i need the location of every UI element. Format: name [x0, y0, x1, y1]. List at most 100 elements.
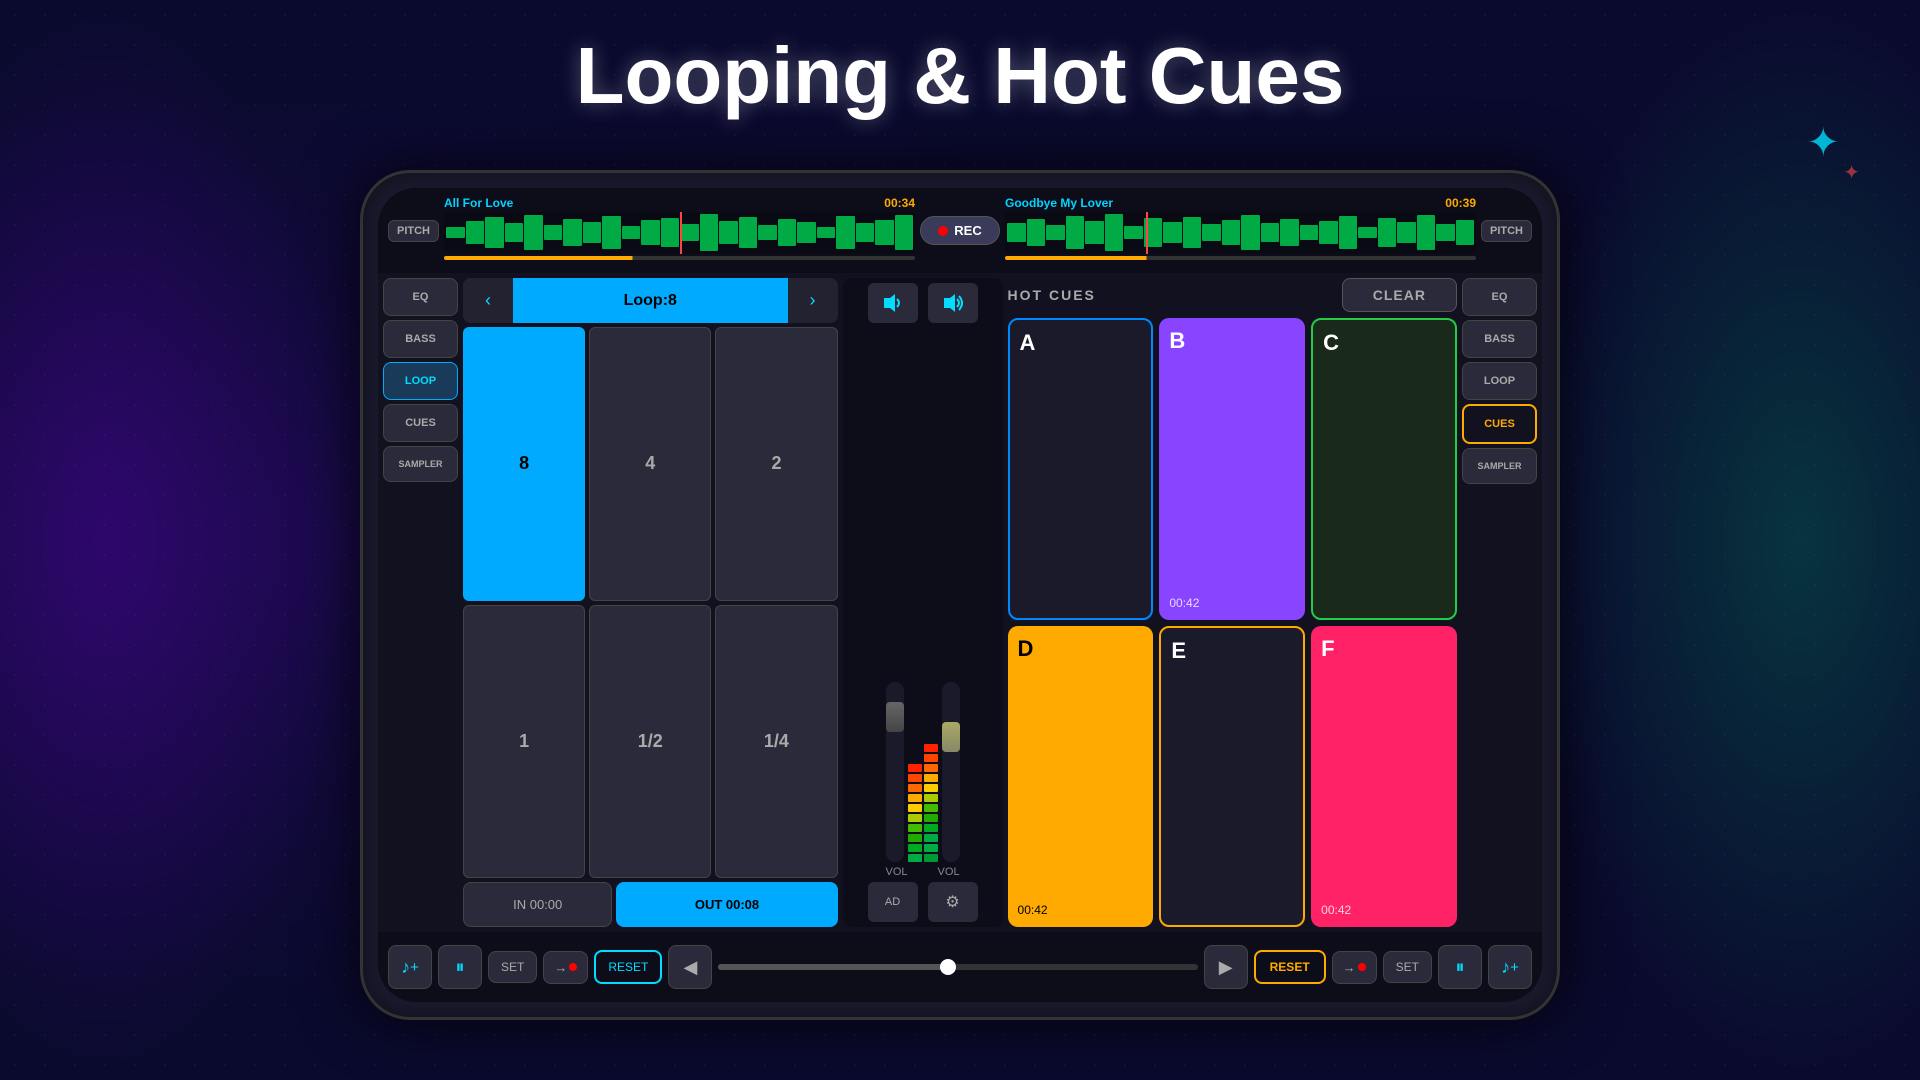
left-arrow: →: [554, 960, 567, 975]
loop-cell-half[interactable]: 1/2: [589, 605, 711, 879]
faders-container: [886, 327, 960, 862]
cue-a-letter: A: [1020, 330, 1142, 356]
vol-labels: VOL VOL: [886, 866, 960, 878]
cue-pad-c[interactable]: C: [1311, 318, 1457, 620]
cue-pad-d[interactable]: D 00:42: [1008, 626, 1154, 928]
right-reset-button[interactable]: RESET: [1254, 950, 1326, 984]
left-eq-button[interactable]: EQ: [383, 278, 458, 316]
right-cues-button[interactable]: CUES: [1462, 404, 1537, 444]
loop-cell-2[interactable]: 2: [715, 327, 837, 601]
corner-decoration2: ✦: [1843, 160, 1860, 185]
left-music-button[interactable]: ♪+: [388, 945, 432, 989]
left-play-prev-button[interactable]: ◀: [668, 945, 712, 989]
right-red-dot: [1358, 963, 1366, 971]
eq-col-1: [908, 764, 922, 862]
loop-cell-8[interactable]: 8: [463, 327, 585, 601]
left-track-name: All For Love: [444, 196, 513, 210]
right-waveform-bars: [1005, 212, 1476, 254]
loop-next-button[interactable]: ›: [788, 278, 838, 323]
loop-cell-quarter[interactable]: 1/4: [715, 605, 837, 879]
left-cues-button[interactable]: CUES: [383, 404, 458, 442]
loop-cell-4[interactable]: 4: [589, 327, 711, 601]
volume-icons: [868, 283, 978, 323]
loop-header: ‹ Loop:8 ›: [463, 278, 838, 323]
cue-grid: A B 00:42 C D 0: [1008, 318, 1457, 927]
right-fader-group: [942, 682, 960, 862]
left-fader-group: [886, 682, 904, 862]
left-waveform: All For Love 00:34: [444, 196, 915, 266]
right-eq-button[interactable]: EQ: [1462, 278, 1537, 316]
eq-bars: [908, 662, 938, 862]
vol-right-icon[interactable]: [928, 283, 978, 323]
loop-in-button[interactable]: IN 00:00: [463, 882, 612, 927]
right-pause-button[interactable]: ⏸: [1438, 945, 1482, 989]
loop-out-button[interactable]: OUT 00:08: [616, 882, 837, 927]
phone-inner: PITCH All For Love 00:34: [378, 188, 1542, 1002]
right-music-button[interactable]: ♪+: [1488, 945, 1532, 989]
progress-thumb: [940, 959, 956, 975]
transport-bar: ♪+ ⏸ SET → RESET ◀ ▶ RESET → SET: [378, 932, 1542, 1002]
right-set-button[interactable]: SET: [1383, 951, 1432, 983]
cue-e-letter: E: [1171, 638, 1293, 664]
right-playhead: [1146, 212, 1148, 254]
left-track-info: All For Love 00:34: [444, 196, 915, 210]
loop-in-out: IN 00:00 OUT 00:08: [463, 882, 838, 927]
right-sidebar: EQ BASS LOOP CUES SAMPLER: [1462, 278, 1537, 927]
rec-label: REC: [954, 223, 981, 238]
cue-pad-f[interactable]: F 00:42: [1311, 626, 1457, 928]
cue-b-time: 00:42: [1169, 596, 1295, 610]
right-arrow-dot-button[interactable]: →: [1332, 951, 1377, 984]
bg-right-figure: [1520, 0, 1920, 1080]
left-loop-button[interactable]: LOOP: [383, 362, 458, 400]
left-arrow-dot-button[interactable]: →: [543, 951, 588, 984]
rec-dot: [938, 226, 948, 236]
right-loop-button[interactable]: LOOP: [1462, 362, 1537, 400]
left-fader-thumb: [886, 702, 904, 732]
left-sampler-button[interactable]: SAMPLER: [383, 446, 458, 482]
left-playhead: [680, 212, 682, 254]
loop-display[interactable]: Loop:8: [513, 278, 788, 323]
clear-button[interactable]: CLEAR: [1342, 278, 1457, 312]
right-play-next-button[interactable]: ▶: [1204, 945, 1248, 989]
left-reset-button[interactable]: RESET: [594, 950, 662, 984]
loop-prev-button[interactable]: ‹: [463, 278, 513, 323]
ad-button[interactable]: AD: [868, 882, 918, 922]
cue-f-letter: F: [1321, 636, 1447, 662]
right-waveform-visual[interactable]: [1005, 212, 1476, 254]
loop-section: ‹ Loop:8 › 8 4 2 1 1/2 1/4 IN 00:00: [463, 278, 838, 927]
vol-right-label: VOL: [938, 866, 960, 878]
left-track-time: 00:34: [884, 196, 915, 210]
left-pause-button[interactable]: ⏸: [438, 945, 482, 989]
progress-fill: [718, 964, 948, 970]
rec-button[interactable]: REC: [920, 216, 1000, 245]
right-fader[interactable]: [942, 682, 960, 862]
pitch-left-button[interactable]: PITCH: [388, 220, 439, 242]
right-progress-line: [1005, 256, 1476, 260]
cue-pad-e[interactable]: E: [1159, 626, 1305, 928]
pitch-right-button[interactable]: PITCH: [1481, 220, 1532, 242]
cue-pad-a[interactable]: A: [1008, 318, 1154, 620]
right-waveform: Goodbye My Lover 00:39: [1005, 196, 1476, 266]
phone-frame: PITCH All For Love 00:34: [360, 170, 1560, 1020]
waveform-section: PITCH All For Love 00:34: [378, 188, 1542, 273]
corner-decoration: ✦: [1806, 120, 1840, 166]
right-bass-button[interactable]: BASS: [1462, 320, 1537, 358]
left-bass-button[interactable]: BASS: [383, 320, 458, 358]
mixer-bottom-icons: AD ⚙: [868, 882, 978, 922]
cue-pad-b[interactable]: B 00:42: [1159, 318, 1305, 620]
right-sampler-button[interactable]: SAMPLER: [1462, 448, 1537, 484]
cue-c-letter: C: [1323, 330, 1445, 356]
settings-icon-button[interactable]: ⚙: [928, 882, 978, 922]
loop-cell-1[interactable]: 1: [463, 605, 585, 879]
left-waveform-visual[interactable]: [444, 212, 915, 254]
left-fader[interactable]: [886, 682, 904, 862]
vol-left-icon[interactable]: [868, 283, 918, 323]
left-set-button[interactable]: SET: [488, 951, 537, 983]
right-arrow: →: [1343, 960, 1356, 975]
right-track-info: Goodbye My Lover 00:39: [1005, 196, 1476, 210]
loop-in-label: IN 00:00: [513, 897, 562, 912]
progress-slider[interactable]: [718, 964, 1197, 970]
hot-cues-header: HOT CUES CLEAR: [1008, 278, 1457, 312]
hot-cues-title: HOT CUES: [1008, 287, 1096, 303]
main-content: EQ BASS LOOP CUES SAMPLER ‹ Loop:8 › 8 4…: [378, 273, 1542, 932]
